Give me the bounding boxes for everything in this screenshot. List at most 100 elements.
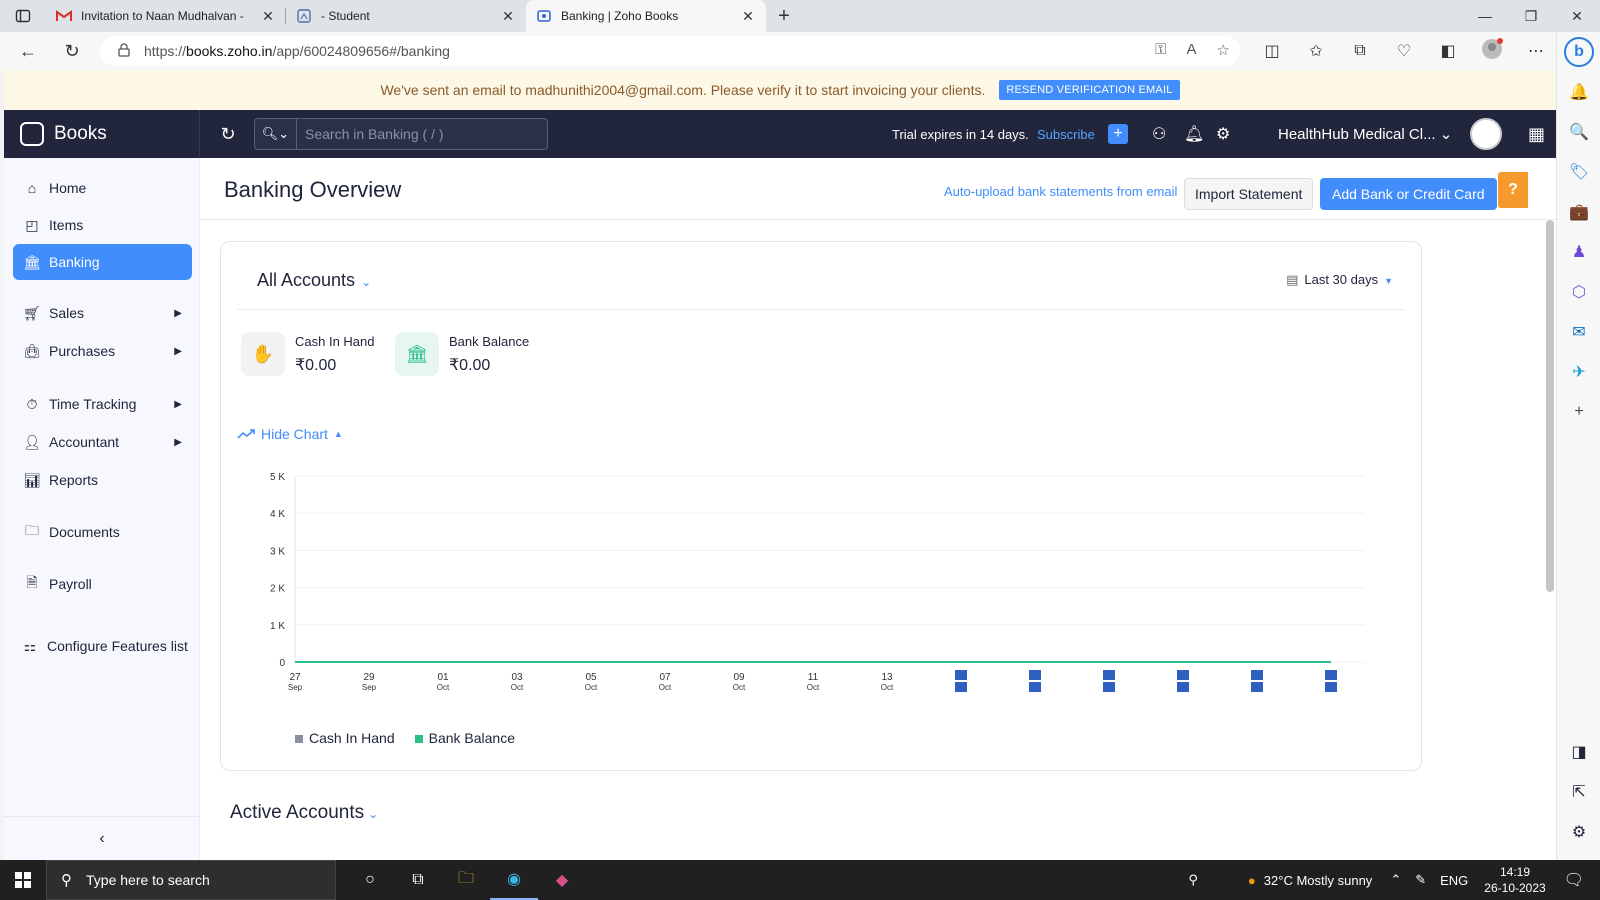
cortana-icon[interactable]: ○	[346, 860, 394, 900]
browser-tab-gmail[interactable]: Invitation to Naan Mudhalvan - ✕	[46, 0, 286, 32]
url-host: books.zoho.in	[186, 43, 273, 59]
hide-chart-toggle[interactable]: Hide Chart ▲	[237, 426, 343, 442]
sidebar-item-banking[interactable]: 🏛︎ Banking	[13, 244, 192, 280]
restore-icon[interactable]: ❐	[1508, 0, 1554, 32]
add-bank-button[interactable]: Add Bank or Credit Card	[1320, 178, 1497, 210]
accounts-selector[interactable]: All Accounts ⌄	[257, 270, 371, 291]
books-icon	[536, 8, 552, 24]
banner-message: We've sent an email to madhunithi2004@gm…	[380, 82, 986, 98]
split-screen-icon[interactable]: ◫	[1250, 41, 1294, 61]
search-input[interactable]	[297, 126, 537, 142]
collapse-sidebar-icon[interactable]: ‹	[4, 816, 200, 860]
sidebar-item-time-tracking[interactable]: ⏱ Time Tracking ▶	[13, 386, 192, 422]
open-external-icon[interactable]: ⇱	[1557, 772, 1600, 812]
chevron-down-icon: ⌄	[368, 807, 379, 821]
taskbar-search-placeholder: Type here to search	[86, 872, 210, 888]
weather-text[interactable]: 32°C Mostly sunny	[1264, 873, 1373, 888]
users-icon[interactable]: ⚇	[1152, 124, 1166, 144]
sidebar-item-items[interactable]: ◰ Items	[13, 207, 192, 243]
refresh-icon[interactable]: ↻	[50, 32, 94, 70]
file-explorer-icon[interactable]: 🗀	[442, 860, 490, 900]
key-icon[interactable]: ⚿	[1155, 41, 1166, 59]
more-options-icon[interactable]: ⋯	[1514, 41, 1558, 61]
chevron-up-icon[interactable]: ⌃	[1390, 872, 1401, 888]
close-tab-icon[interactable]: ✕	[740, 8, 756, 25]
add-sidebar-icon[interactable]: +	[1557, 392, 1600, 432]
legend-bank-balance[interactable]: Bank Balance	[414, 730, 515, 746]
sidebar-item-configure-features[interactable]: ⚏ Configure Features list	[13, 628, 192, 664]
windows-start-icon[interactable]	[0, 860, 46, 900]
tools-briefcase-icon[interactable]: 💼	[1557, 192, 1600, 232]
read-aloud-icon[interactable]: A	[1187, 41, 1197, 59]
quick-create-icon[interactable]: +	[1108, 124, 1128, 144]
sidebar-item-documents[interactable]: 🗀 Documents	[13, 514, 192, 550]
cash-label: Cash In Hand	[295, 333, 375, 349]
search-icon[interactable]: 🔍︎⌄	[255, 118, 297, 150]
language-indicator[interactable]: ENG	[1440, 873, 1468, 888]
search-icon[interactable]: 🔍	[1557, 112, 1600, 152]
active-accounts-header[interactable]: Active Accounts ⌄	[230, 802, 378, 824]
notification-center-icon[interactable]: 🗨	[1564, 870, 1584, 890]
back-icon[interactable]: ←	[6, 32, 50, 70]
notification-bell-icon[interactable]: 🔔︎	[1184, 124, 1204, 144]
help-button[interactable]: ?	[1498, 172, 1528, 208]
sidebar-item-accountant[interactable]: 👤︎ Accountant ▶	[13, 424, 192, 460]
organization-switcher[interactable]: HealthHub Medical Cl... ⌄	[1278, 125, 1452, 143]
sidebar-item-home[interactable]: ⌂ Home	[13, 170, 192, 206]
microsoft-365-icon[interactable]: ⬡	[1557, 272, 1600, 312]
minimize-icon[interactable]: —	[1462, 0, 1508, 32]
x-tick-placeholder	[1029, 682, 1041, 692]
legend-cash-in-hand[interactable]: Cash In Hand	[295, 730, 395, 746]
shopping-tag-icon[interactable]: 🏷	[1557, 152, 1600, 192]
edge-browser-icon[interactable]: ◉	[490, 860, 538, 900]
bing-chat-icon[interactable]: b	[1557, 32, 1600, 72]
app-grid-icon[interactable]: ▦	[1528, 124, 1545, 145]
cart-icon: 🛒︎	[23, 304, 41, 321]
settings-gear-icon[interactable]: ⚙	[1216, 124, 1230, 144]
people-search-icon[interactable]: ⚲	[1188, 872, 1198, 888]
outlook-icon[interactable]: ✉	[1557, 312, 1600, 352]
close-window-icon[interactable]: ✕	[1554, 0, 1600, 32]
sidebar-item-reports[interactable]: 📊︎ Reports	[13, 462, 192, 498]
favorite-star-icon[interactable]: ☆	[1217, 41, 1230, 59]
avatar[interactable]	[1470, 118, 1502, 150]
app-icon[interactable]: ◆	[538, 860, 586, 900]
edge-extension-icon[interactable]: ◧	[1426, 41, 1470, 61]
recent-history-icon[interactable]: ↻	[206, 124, 250, 145]
close-tab-icon[interactable]: ✕	[500, 8, 516, 25]
sidebar-layout-icon[interactable]: ◨	[1557, 732, 1600, 772]
profile-icon[interactable]	[1470, 37, 1514, 65]
drop-icon[interactable]: ✈	[1557, 352, 1600, 392]
new-tab-icon[interactable]: +	[766, 0, 802, 32]
legend-swatch	[414, 735, 423, 743]
sidebar-item-purchases[interactable]: 👜︎ Purchases ▶	[13, 333, 192, 369]
x-tick-placeholder	[1029, 670, 1041, 680]
notification-bell-icon[interactable]: 🔔	[1557, 72, 1600, 112]
task-view-icon[interactable]: ⧉	[394, 860, 442, 900]
scrollbar[interactable]	[1546, 220, 1554, 592]
pen-icon[interactable]: ✎	[1415, 872, 1426, 888]
taskbar-search[interactable]: ⚲ Type here to search	[46, 860, 336, 900]
gmail-icon	[56, 8, 72, 24]
settings-gear-icon[interactable]: ⚙	[1557, 812, 1600, 852]
games-icon[interactable]: ♟	[1557, 232, 1600, 272]
clock-icon: ⏱	[26, 395, 38, 412]
import-statement-button[interactable]: Import Statement	[1184, 178, 1314, 210]
tab-actions-icon[interactable]	[0, 0, 46, 32]
collections-icon[interactable]: ⧉	[1338, 42, 1382, 60]
subscribe-link[interactable]: Subscribe	[1037, 127, 1095, 142]
close-tab-icon[interactable]: ✕	[260, 8, 276, 25]
resend-verification-button[interactable]: RESEND VERIFICATION EMAIL	[999, 80, 1180, 100]
favorites-icon[interactable]: ✩	[1294, 41, 1338, 61]
books-logo[interactable]: Books	[4, 110, 200, 158]
performance-icon[interactable]: ♡	[1382, 41, 1426, 61]
sidebar-item-sales[interactable]: 🛒︎ Sales ▶	[13, 295, 192, 331]
url-field[interactable]: https://books.zoho.in/app/60024809656#/b…	[100, 36, 1240, 66]
browser-tab-banking[interactable]: Banking | Zoho Books ✕	[526, 0, 766, 32]
clock[interactable]: 14:19 26-10-2023	[1484, 864, 1545, 896]
tab-title: Banking | Zoho Books	[561, 9, 679, 23]
sidebar-item-payroll[interactable]: 🗎 Payroll	[13, 566, 192, 602]
period-selector[interactable]: ▤ Last 30 days ▼	[1286, 272, 1393, 288]
browser-tab-student[interactable]: - Student ✕	[286, 0, 526, 32]
auto-upload-link[interactable]: Auto-upload bank statements from email	[944, 184, 1177, 199]
